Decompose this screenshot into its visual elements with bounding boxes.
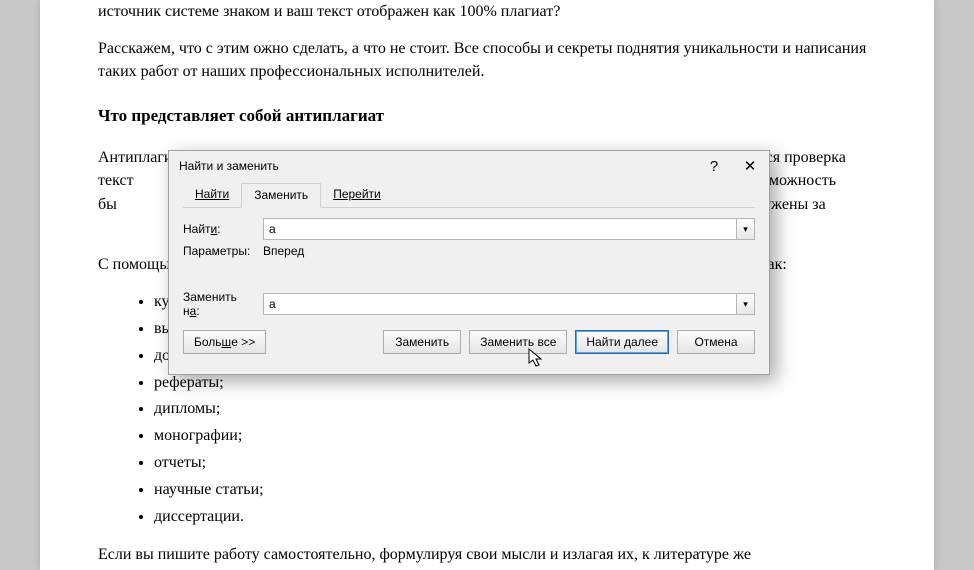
replace-row: Заменить на: ▾ bbox=[183, 290, 755, 318]
params-row: Параметры: Вперед bbox=[183, 244, 755, 258]
paragraph: Расскажем, что с этим ожно сделать, а чт… bbox=[98, 37, 876, 83]
chevron-down-icon: ▾ bbox=[743, 224, 748, 235]
find-replace-dialog: Найти и заменить ? ✕ Найти Заменить Пере… bbox=[168, 150, 770, 375]
heading: Что представляет собой антиплагиат bbox=[98, 104, 876, 129]
dialog-title: Найти и заменить bbox=[179, 159, 279, 173]
list-item: монографии; bbox=[154, 424, 876, 449]
cancel-button[interactable]: Отмена bbox=[677, 330, 755, 354]
tab-replace[interactable]: Заменить bbox=[241, 183, 321, 208]
replace-input[interactable] bbox=[263, 293, 737, 315]
find-label: Найти: bbox=[183, 222, 255, 236]
chevron-down-icon: ▾ bbox=[743, 299, 748, 310]
replace-button[interactable]: Заменить bbox=[383, 330, 461, 354]
dialog-tabs: Найти Заменить Перейти bbox=[183, 183, 755, 208]
close-button[interactable]: ✕ bbox=[741, 157, 759, 175]
tab-find[interactable]: Найти bbox=[183, 183, 241, 207]
paragraph: источник системе знаком и ваш текст отоб… bbox=[98, 0, 876, 23]
dialog-body: Найти Заменить Перейти Найти: ▾ Параметр… bbox=[169, 179, 769, 366]
list-item: отчеты; bbox=[154, 451, 876, 476]
more-button[interactable]: Больше >> bbox=[183, 330, 266, 354]
replace-all-button[interactable]: Заменить все bbox=[469, 330, 567, 354]
paragraph: Если вы пишите работу самостоятельно, фо… bbox=[98, 543, 876, 566]
params-value: Вперед bbox=[263, 244, 304, 258]
replace-history-dropdown[interactable]: ▾ bbox=[737, 293, 755, 315]
find-next-button[interactable]: Найти далее bbox=[575, 330, 669, 354]
list-item: дипломы; bbox=[154, 397, 876, 422]
replace-label: Заменить на: bbox=[183, 290, 255, 318]
help-button[interactable]: ? bbox=[705, 158, 723, 175]
find-input[interactable] bbox=[263, 218, 737, 240]
list-item: диссертации. bbox=[154, 505, 876, 530]
params-label: Параметры: bbox=[183, 244, 255, 258]
find-row: Найти: ▾ bbox=[183, 218, 755, 240]
dialog-button-bar: Больше >> Заменить Заменить все Найти да… bbox=[183, 330, 755, 354]
dialog-titlebar[interactable]: Найти и заменить ? ✕ bbox=[169, 151, 769, 179]
tab-goto[interactable]: Перейти bbox=[321, 183, 393, 207]
list-item: научные статьи; bbox=[154, 478, 876, 503]
find-history-dropdown[interactable]: ▾ bbox=[737, 218, 755, 240]
